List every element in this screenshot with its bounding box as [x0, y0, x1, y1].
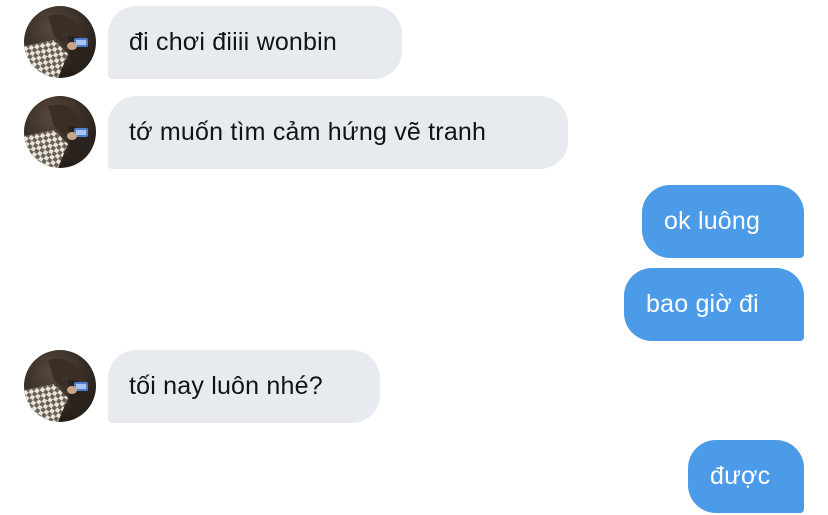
- avatar[interactable]: [24, 350, 96, 422]
- message-bubble-incoming[interactable]: tớ muốn tìm cảm hứng vẽ tranh: [108, 96, 568, 169]
- avatar[interactable]: [24, 6, 96, 78]
- conversation-thread: đi chơi điiii wonbin tớ muốn tìm cảm hứn…: [0, 0, 828, 515]
- message-bubble-outgoing[interactable]: ok luông: [642, 185, 804, 258]
- message-text: ok luông: [664, 207, 761, 235]
- message-text: bao giờ đi: [646, 290, 759, 318]
- message-bubble-outgoing[interactable]: được: [688, 440, 804, 513]
- message-bubble-incoming[interactable]: đi chơi điiii wonbin: [108, 6, 402, 79]
- message-text: tối nay luôn nhé?: [129, 372, 323, 400]
- message-bubble-incoming[interactable]: tối nay luôn nhé?: [108, 350, 380, 423]
- message-text: tớ muốn tìm cảm hứng vẽ tranh: [129, 118, 487, 146]
- message-bubble-outgoing[interactable]: bao giờ đi: [624, 268, 804, 341]
- avatar[interactable]: [24, 96, 96, 168]
- message-text: đi chơi điiii wonbin: [129, 28, 337, 56]
- message-text: được: [710, 462, 771, 490]
